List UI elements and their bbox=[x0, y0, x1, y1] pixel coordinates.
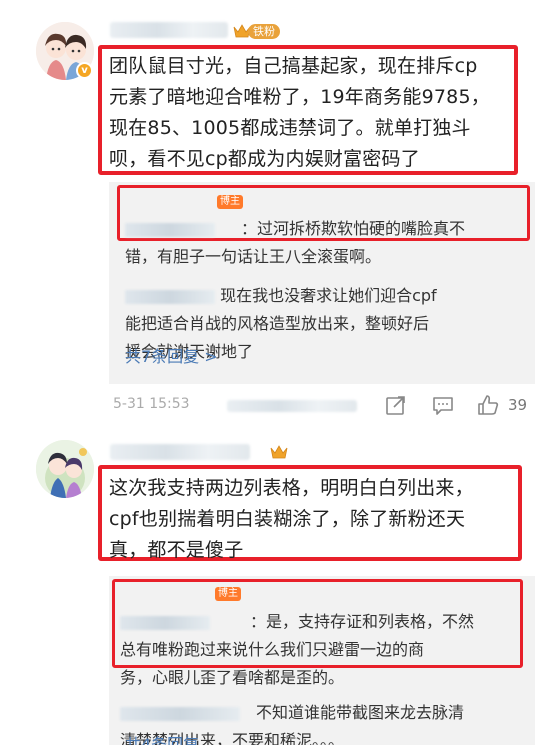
comment-2: 这次我支持两边列表格，明明白白列出来， cpf也别揣着明白装糊涂了，除了新粉还天… bbox=[0, 428, 545, 745]
fan-badge-label: 铁粉 bbox=[248, 23, 280, 39]
avatar[interactable] bbox=[36, 440, 94, 498]
comment-icon[interactable] bbox=[432, 394, 454, 416]
username-blurred[interactable] bbox=[110, 22, 228, 38]
more-replies-link[interactable]: 共4条回复 bbox=[125, 731, 199, 745]
comment-1: v 铁粉 团队鼠目寸光，自己搞基起家，现在排斥cp 元素了暗地迎合唯粉了，19年… bbox=[0, 0, 545, 428]
timestamp: 5-31 15:53 bbox=[113, 396, 190, 412]
like-count: 39 bbox=[508, 396, 528, 414]
blogger-tag: 博主 bbox=[217, 195, 243, 209]
crown-icon bbox=[270, 445, 288, 459]
more-replies-link[interactable]: 共7条回复 > bbox=[125, 343, 218, 367]
comment-meta: 5-31 15:53 39 bbox=[109, 394, 535, 420]
reply-username-blurred[interactable] bbox=[125, 222, 215, 237]
verified-icon: v bbox=[76, 62, 93, 79]
reply-username-blurred[interactable] bbox=[120, 615, 210, 630]
share-icon[interactable] bbox=[385, 394, 407, 416]
reply-username-blurred[interactable] bbox=[120, 706, 240, 721]
blogger-tag: 博主 bbox=[215, 587, 241, 601]
username-blurred[interactable] bbox=[110, 444, 250, 460]
like-icon[interactable] bbox=[477, 394, 499, 416]
comment-text: 这次我支持两边列表格，明明白白列出来， cpf也别揣着明白装糊涂了，除了新粉还天… bbox=[109, 477, 474, 561]
reply-username-blurred[interactable] bbox=[125, 289, 215, 304]
comment-text: 团队鼠目寸光，自己搞基起家，现在排斥cp 元素了暗地迎合唯粉了，19年商务能97… bbox=[109, 55, 490, 170]
fan-badge: 铁粉 bbox=[233, 22, 280, 40]
location-blurred bbox=[227, 400, 357, 412]
